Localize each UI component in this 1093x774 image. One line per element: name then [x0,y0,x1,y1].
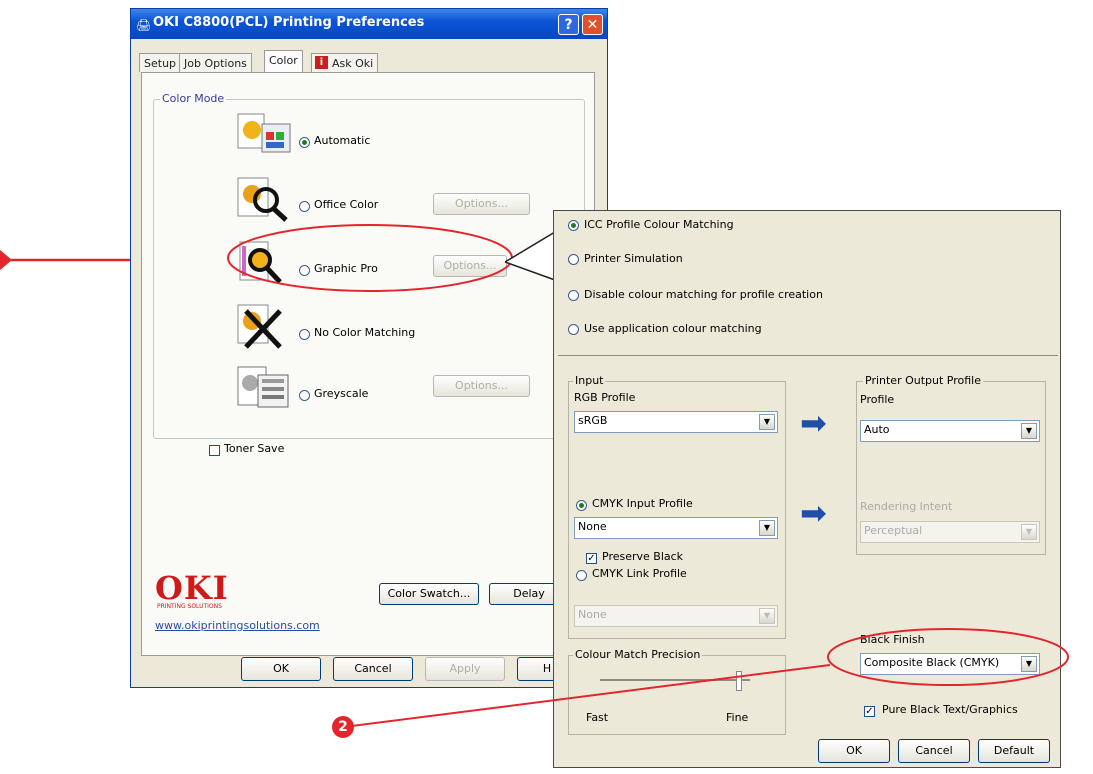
application-matching-label: Use application colour matching [584,322,762,335]
toner-save-checkbox[interactable] [209,445,220,456]
oki-logo: OKI [155,569,229,607]
printer-simulation-label: Printer Simulation [584,252,683,265]
application-matching-radio[interactable] [568,324,579,335]
printer-output-legend: Printer Output Profile [863,374,983,387]
ask-oki-icon: i [315,56,328,69]
rgb-profile-value: sRGB [578,414,608,427]
cmyk-input-value: None [578,520,607,533]
automatic-label: Automatic [314,134,371,147]
preserve-black-label: Preserve Black [602,550,684,563]
close-button[interactable]: ✕ [582,14,603,35]
office-color-icon [236,176,294,222]
title-bar[interactable]: 🖨 OKI C8800(PCL) Printing Preferences ? … [131,9,607,39]
office-color-radio[interactable] [299,201,310,212]
arrow-right-icon: ➡ [800,494,827,532]
rendering-intent-value: Perceptual [864,524,923,537]
cmyk-input-label: CMYK Input Profile [592,497,693,510]
oki-tagline: PRINTING SOLUTIONS [157,603,222,610]
office-color-options-button[interactable]: Options... [433,193,530,215]
greyscale-icon [236,365,294,411]
separator [558,355,1058,356]
black-finish-callout [343,628,1069,728]
tab-color[interactable]: Color [264,50,303,73]
tab-ask-oki-label: Ask Oki [332,57,374,70]
graphic-pro-highlight [227,224,513,292]
rgb-profile-label: RGB Profile [574,391,636,404]
callout-number-badge: 2 [332,716,354,738]
preserve-black-checkbox[interactable]: ✓ [586,553,597,564]
greyscale-radio[interactable] [299,390,310,401]
cmyk-input-select[interactable]: None ▼ [574,517,778,539]
chevron-down-icon[interactable]: ▼ [759,520,775,536]
profile-label: Profile [860,393,895,406]
oki-website-link[interactable]: www.okiprintingsolutions.com [155,619,320,632]
icc-matching-radio[interactable] [568,220,579,231]
greyscale-options-button[interactable]: Options... [433,375,530,397]
rgb-profile-select[interactable]: sRGB ▼ [574,411,778,433]
cmyk-input-radio[interactable] [576,500,587,511]
output-profile-select[interactable]: Auto ▼ [860,420,1040,442]
rendering-intent-select[interactable]: Perceptual ▼ [860,521,1040,543]
tab-setup[interactable]: Setup [139,53,182,72]
disable-matching-label: Disable colour matching for profile crea… [584,288,823,301]
no-color-matching-radio[interactable] [299,329,310,340]
no-color-matching-icon [236,303,294,349]
rendering-intent-label: Rendering Intent [860,500,953,513]
printer-simulation-radio[interactable] [568,254,579,265]
tab-job-options[interactable]: Job Options [179,53,252,72]
callout-line [343,664,831,728]
automatic-radio[interactable] [299,137,310,148]
output-profile-value: Auto [864,423,890,436]
no-color-matching-label: No Color Matching [314,326,416,339]
printing-preferences-window: 🖨 OKI C8800(PCL) Printing Preferences ? … [130,8,608,688]
greyscale-label: Greyscale [314,387,369,400]
chevron-down-icon[interactable]: ▼ [1021,423,1037,439]
color-mode-legend: Color Mode [160,92,227,105]
tab-ask-oki[interactable]: i Ask Oki [311,53,379,72]
cmyk-link-label: CMYK Link Profile [592,567,687,580]
ok-button[interactable]: OK [241,657,321,681]
black-finish-highlight [827,628,1069,686]
input-legend: Input [573,374,606,387]
printer-icon: 🖨 [136,18,152,32]
help-button[interactable]: ? [558,14,579,35]
arrow-right-icon: ➡ [800,404,827,442]
window-title: OKI C8800(PCL) Printing Preferences [153,15,425,30]
office-color-label: Office Color [314,198,379,211]
chevron-down-icon[interactable]: ▼ [1021,524,1037,540]
icc-matching-label: ICC Profile Colour Matching [584,218,734,231]
color-swatch-button[interactable]: Color Swatch... [379,583,479,605]
toner-save-label: Toner Save [224,442,285,455]
disable-matching-radio[interactable] [568,290,579,301]
automatic-mode-icon [236,110,294,156]
chevron-down-icon[interactable]: ▼ [759,414,775,430]
cmyk-link-radio[interactable] [576,570,587,581]
